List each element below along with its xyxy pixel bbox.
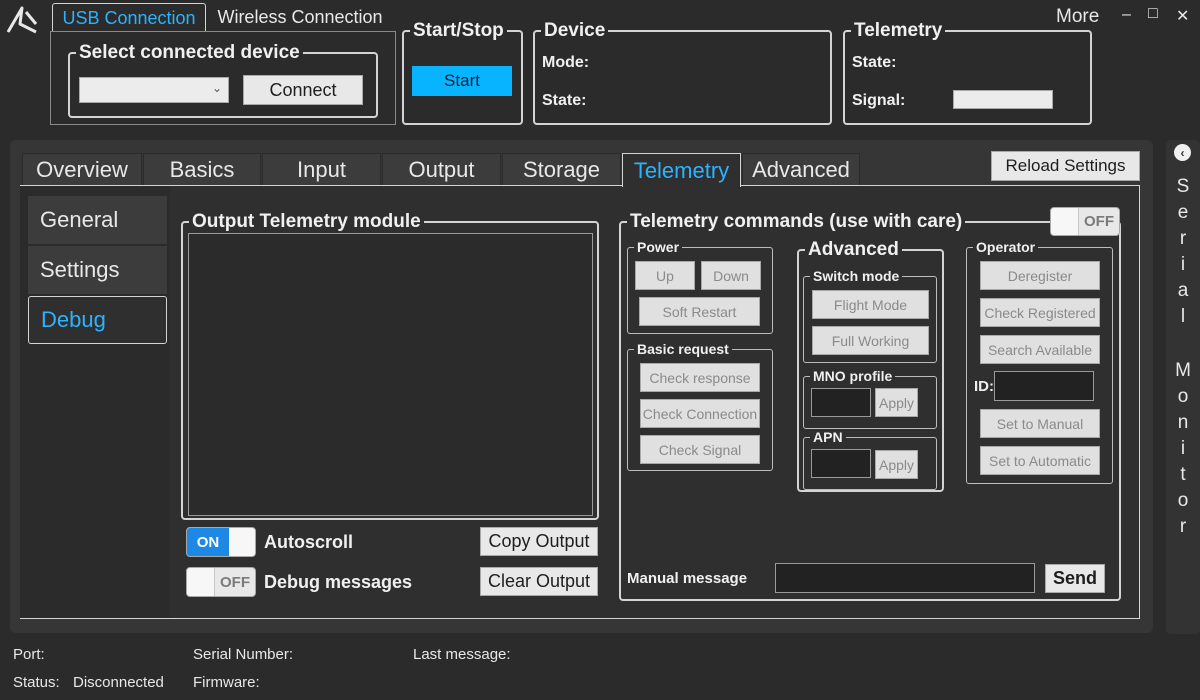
device-group: Device [533, 20, 832, 125]
more-menu[interactable]: More [1056, 6, 1099, 28]
soft-restart-button[interactable]: Soft Restart [639, 297, 760, 326]
device-dropdown[interactable]: ⌄ [79, 77, 229, 103]
device-state-label: State: [542, 92, 587, 109]
side-tab-settings[interactable]: Settings [28, 246, 167, 294]
set-to-automatic-button[interactable]: Set to Automatic [980, 446, 1100, 475]
select-device-legend: Select connected device [76, 42, 303, 64]
signal-strength-bar [953, 90, 1053, 109]
basic-request-legend: Basic request [634, 341, 732, 358]
telemetry-commands-legend: Telemetry commands (use with care) [627, 211, 966, 233]
search-available-button[interactable]: Search Available [980, 335, 1100, 364]
app-logo-icon [4, 4, 40, 38]
port-label: Port: [13, 646, 45, 663]
mno-profile-legend: MNO profile [810, 368, 896, 385]
tab-basics[interactable]: Basics [143, 153, 261, 186]
device-legend: Device [541, 20, 609, 42]
manual-message-input[interactable] [775, 563, 1035, 593]
tab-storage[interactable]: Storage [502, 153, 621, 186]
reload-settings-button[interactable]: Reload Settings [991, 151, 1140, 181]
serial-monitor-letter: r [1179, 228, 1187, 249]
check-registered-button[interactable]: Check Registered [980, 298, 1100, 327]
connect-button[interactable]: Connect [243, 75, 363, 105]
operator-id-label: ID: [974, 378, 994, 395]
minimize-icon[interactable]: – [1122, 6, 1131, 24]
check-signal-button[interactable]: Check Signal [640, 435, 760, 464]
serial-monitor-letter: M [1175, 360, 1191, 381]
tab-advanced[interactable]: Advanced [742, 153, 860, 186]
commands-enable-toggle-state: OFF [1084, 213, 1114, 230]
telemetry-state-label: State: [852, 54, 897, 71]
serial-monitor-letter: S [1176, 176, 1190, 197]
tab-usb-connection[interactable]: USB Connection [52, 3, 206, 32]
status-label: Status: [13, 674, 60, 691]
tab-input[interactable]: Input [262, 153, 381, 186]
output-textarea[interactable] [188, 233, 593, 516]
telemetry-signal-label: Signal: [852, 92, 906, 109]
check-response-button[interactable]: Check response [640, 363, 760, 392]
copy-output-button[interactable]: Copy Output [480, 527, 598, 556]
serial-monitor-letter: n [1177, 412, 1189, 433]
power-legend: Power [634, 239, 683, 256]
serial-monitor-letter: r [1179, 516, 1187, 537]
serial-monitor-letter: l [1180, 306, 1186, 327]
telemetry-status-group: Telemetry [843, 20, 1092, 125]
serial-monitor-letter: i [1180, 254, 1186, 275]
deregister-button[interactable]: Deregister [980, 261, 1100, 290]
debug-messages-label: Debug messages [264, 572, 413, 592]
serial-monitor-letter: e [1177, 202, 1189, 223]
last-message-label: Last message: [413, 646, 511, 663]
tab-telemetry[interactable]: Telemetry [622, 153, 741, 187]
tab-wireless-connection[interactable]: Wireless Connection [210, 3, 390, 32]
output-telemetry-legend: Output Telemetry module [189, 211, 424, 233]
autoscroll-toggle[interactable]: ON [186, 527, 256, 557]
serial-monitor-letter: t [1180, 464, 1186, 485]
power-down-button[interactable]: Down [701, 261, 761, 290]
tab-overview[interactable]: Overview [22, 153, 142, 186]
autoscroll-toggle-state: ON [187, 528, 229, 556]
chevron-left-icon[interactable]: ‹ [1174, 144, 1191, 161]
serial-monitor-panel-tab[interactable]: ‹ S e r i a l M o n i t o r [1166, 140, 1200, 634]
flight-mode-button[interactable]: Flight Mode [812, 290, 929, 319]
clear-output-button[interactable]: Clear Output [480, 567, 598, 596]
power-up-button[interactable]: Up [635, 261, 695, 290]
set-to-manual-button[interactable]: Set to Manual [980, 409, 1100, 438]
debug-messages-toggle-state: OFF [220, 573, 250, 591]
commands-enable-toggle[interactable]: OFF [1050, 207, 1120, 236]
chevron-down-icon: ⌄ [211, 81, 222, 95]
advanced-legend: Advanced [805, 239, 902, 261]
apn-input[interactable] [811, 449, 871, 478]
operator-id-input[interactable] [994, 371, 1094, 401]
side-tab-general[interactable]: General [28, 196, 167, 244]
status-value: Disconnected [73, 674, 164, 691]
serial-monitor-letter: o [1177, 386, 1189, 407]
device-mode-label: Mode: [542, 54, 590, 71]
serial-number-label: Serial Number: [193, 646, 294, 663]
firmware-label: Firmware: [193, 674, 260, 691]
serial-monitor-letter: o [1177, 490, 1189, 511]
tab-output[interactable]: Output [382, 153, 501, 186]
serial-monitor-letter: a [1177, 280, 1189, 301]
mno-profile-input[interactable] [811, 388, 871, 417]
serial-monitor-letter: i [1180, 438, 1186, 459]
apn-legend: APN [810, 429, 846, 446]
start-button[interactable]: Start [412, 66, 512, 96]
operator-legend: Operator [973, 239, 1039, 256]
telemetry-status-legend: Telemetry [851, 20, 946, 42]
maximize-icon[interactable]: □ [1148, 5, 1158, 23]
apn-apply-button[interactable]: Apply [875, 450, 918, 479]
mno-apply-button[interactable]: Apply [875, 388, 918, 417]
check-connection-button[interactable]: Check Connection [640, 399, 760, 428]
close-icon[interactable]: ✕ [1176, 6, 1189, 26]
manual-message-label: Manual message [627, 570, 748, 587]
debug-messages-toggle[interactable]: OFF [186, 567, 256, 597]
autoscroll-label: Autoscroll [264, 532, 354, 552]
switch-mode-legend: Switch mode [810, 268, 903, 285]
side-tab-debug[interactable]: Debug [28, 296, 167, 344]
send-button[interactable]: Send [1045, 564, 1105, 593]
start-stop-legend: Start/Stop [410, 20, 507, 42]
full-working-button[interactable]: Full Working [812, 326, 929, 355]
